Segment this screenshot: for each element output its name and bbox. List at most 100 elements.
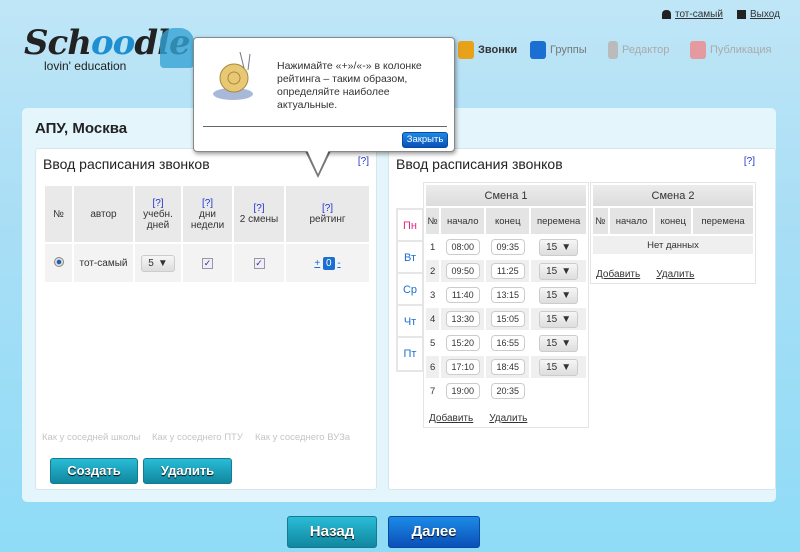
popup-close-button[interactable]: Закрыть [402,132,448,148]
next-button[interactable]: Далее [388,516,480,548]
schedule-list-table: № автор [?] учебн. дней [?] дни недели [?]… [43,184,371,284]
col-two-shifts: [?] 2 смены [232,184,286,244]
start-time-input[interactable]: 11:40 [445,287,480,303]
shift2-add-link[interactable]: Добавить [596,269,640,280]
help-link[interactable]: [?] [358,156,369,167]
two-shifts-checkbox[interactable]: ✓ [253,257,265,269]
end-time-input[interactable]: 20:35 [490,383,525,399]
break-select[interactable]: 15 ▼ [539,262,579,280]
chevron-down-icon: ▼ [157,257,168,269]
lesson-number: 7 [423,378,442,404]
break-select[interactable]: 15 ▼ [539,358,579,376]
nav-label: Группы [550,44,587,56]
preset-ptu[interactable]: Как у соседнего ПТУ [152,432,243,443]
tab-thursday[interactable]: Чт [398,306,422,338]
logo-text: Schoodle [24,23,191,63]
nav-calls[interactable]: Звонки [458,41,517,59]
preset-university[interactable]: Как у соседнего ВУЗа [255,432,350,443]
page-title: АПУ, Москва [35,120,128,137]
end-time-input[interactable]: 16:55 [490,335,525,351]
chevron-down-icon: ▼ [561,241,572,253]
start-time-input[interactable]: 17:10 [445,359,480,375]
col-end: конец [484,206,532,236]
days-select[interactable]: 5 ▼ [141,254,175,272]
end-time-input[interactable]: 09:35 [490,239,525,255]
logo-tagline: lovin' education [44,59,127,73]
nav-editor[interactable]: Редактор [608,41,669,59]
col-break: перемена [529,206,588,236]
end-time-input[interactable]: 15:05 [490,311,525,327]
col-end: конец [653,206,694,236]
nav-groups[interactable]: Группы [530,41,587,59]
table-row[interactable]: тот-самый 5 ▼ ✓ ✓ + 0 - [43,242,371,284]
popup-text: Нажимайте «+»/«-» в колонке рейтинга – т… [277,60,422,111]
create-button[interactable]: Создать [50,458,138,484]
help-link[interactable]: [?] [152,198,163,209]
col-number: № [591,206,610,236]
table-row: 3 11:40 13:15 15 ▼ [423,282,588,308]
tab-friday[interactable]: Пт [398,338,422,370]
chevron-down-icon: ▼ [561,361,572,373]
col-start: начало [439,206,487,236]
help-link[interactable]: [?] [322,203,333,214]
col-rating: [?] рейтинг [284,184,371,244]
end-time-input[interactable]: 13:15 [490,287,525,303]
back-button[interactable]: Назад [287,516,377,548]
break-select[interactable]: 15 ▼ [539,286,579,304]
delete-button[interactable]: Удалить [143,458,232,484]
popup-tail-inner [307,150,329,174]
logout-link[interactable]: Выход [737,9,780,20]
break-select[interactable]: 15 ▼ [539,310,579,328]
col-label: 2 смены [239,214,279,225]
lesson-number: 6 [423,354,442,380]
tab-monday[interactable]: Пн [398,210,422,242]
shift1-remove-link[interactable]: Удалить [489,413,527,424]
preset-school[interactable]: Как у соседней школы [42,432,140,443]
tab-tuesday[interactable]: Вт [398,242,422,274]
break-select[interactable]: 15 ▼ [539,334,579,352]
end-time-input[interactable]: 18:45 [490,359,525,375]
logout-label[interactable]: Выход [750,9,780,20]
start-time-input[interactable]: 08:00 [445,239,480,255]
row-author: тот-самый [72,242,135,284]
lesson-number: 4 [423,306,442,332]
tab-wednesday[interactable]: Ср [398,274,422,306]
help-link[interactable]: [?] [253,203,264,214]
logo-bell-icon [160,28,194,68]
rating-plus[interactable]: + [314,258,320,269]
user-icon [662,10,671,19]
popup-divider [203,126,447,127]
panel-title: Ввод расписания звонков [43,156,210,172]
shift2-title: Смена 2 [591,183,755,208]
shift1-title: Смена 1 [424,183,588,208]
nav-label: Звонки [478,44,518,56]
table-row: 6 17:10 18:45 15 ▼ [423,354,588,380]
select-value: 15 [546,289,558,301]
shift2-remove-link[interactable]: Удалить [656,269,694,280]
table-row: 7 19:00 20:35 [423,378,588,404]
start-time-input[interactable]: 09:50 [445,263,480,279]
day-tabs: Пн Вт Ср Чт Пт [396,208,424,372]
logo[interactable]: Schoodlelovin' education [24,23,191,76]
col-label: учебн. дней [143,208,173,231]
user-name[interactable]: тот-самый [675,9,723,20]
weekdays-checkbox[interactable]: ✓ [202,257,213,269]
chevron-down-icon: ▼ [561,289,572,301]
table-row: 1 08:00 09:35 15 ▼ [423,234,588,260]
start-time-input[interactable]: 13:30 [445,311,480,327]
nav-publish[interactable]: Публикация [690,41,771,59]
row-radio[interactable] [53,256,64,267]
rating-value: 0 [322,256,335,270]
help-link[interactable]: [?] [202,198,213,209]
user-link[interactable]: тот-самый [662,9,723,20]
col-start: начало [607,206,656,236]
start-time-input[interactable]: 15:20 [445,335,480,351]
col-weekdays: [?] дни недели [181,184,234,244]
end-time-input[interactable]: 11:25 [490,263,525,279]
shift1-add-link[interactable]: Добавить [429,413,473,424]
break-select[interactable]: 15 ▼ [539,238,579,256]
help-link[interactable]: [?] [744,156,755,167]
megaphone-icon [690,41,706,59]
rating-minus[interactable]: - [337,258,340,269]
start-time-input[interactable]: 19:00 [445,383,480,399]
